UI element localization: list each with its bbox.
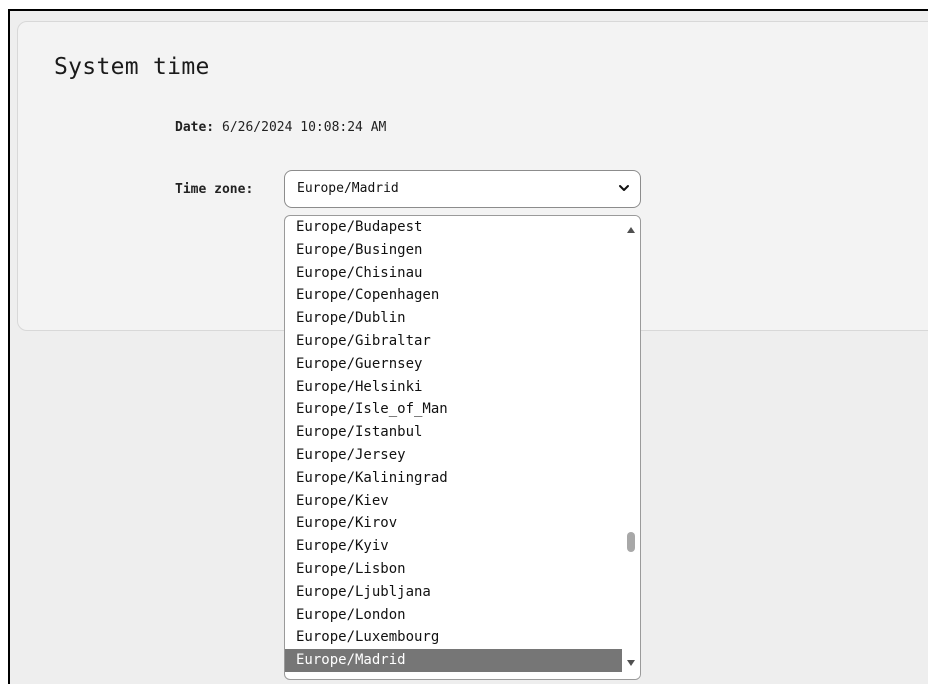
timezone-select[interactable]: Europe/Madrid — [284, 170, 641, 208]
timezone-option[interactable]: Europe/Luxembourg — [285, 626, 622, 649]
timezone-option[interactable]: Europe/Madrid — [285, 649, 622, 672]
chevron-down-icon — [619, 185, 629, 191]
timezone-option[interactable]: Europe/Isle_of_Man — [285, 398, 622, 421]
timezone-option[interactable]: Europe/Busingen — [285, 239, 622, 262]
timezone-option[interactable]: Europe/Guernsey — [285, 353, 622, 376]
timezone-option[interactable]: Europe/Chisinau — [285, 262, 622, 285]
scroll-up-arrow-icon[interactable] — [626, 225, 636, 235]
timezone-select-value: Europe/Madrid — [297, 181, 399, 196]
dropdown-scrollbar[interactable] — [622, 216, 640, 679]
timezone-option[interactable]: Europe/Helsinki — [285, 376, 622, 399]
timezone-option[interactable]: Europe/Ljubljana — [285, 581, 622, 604]
date-label: Date: — [175, 120, 215, 135]
timezone-option[interactable]: Europe/Kaliningrad — [285, 467, 622, 490]
timezone-options: Europe/Budapest Europe/Busingen Europe/Chi… — [285, 216, 622, 672]
page-title: System time — [54, 54, 210, 80]
timezone-option[interactable]: Europe/Budapest — [285, 216, 622, 239]
scrollbar-thumb[interactable] — [627, 532, 635, 552]
timezone-option[interactable]: Europe/London — [285, 604, 622, 627]
timezone-option[interactable]: Europe/Kyiv — [285, 535, 622, 558]
date-value: 6/26/2024 10:08:24 AM — [222, 120, 387, 135]
timezone-option[interactable]: Europe/Kiev — [285, 490, 622, 513]
timezone-option[interactable]: Europe/Istanbul — [285, 421, 622, 444]
timezone-dropdown-list[interactable]: Europe/Budapest Europe/Busingen Europe/Chi… — [284, 215, 641, 680]
scroll-down-arrow-icon[interactable] — [626, 658, 636, 668]
timezone-option[interactable]: Europe/Lisbon — [285, 558, 622, 581]
timezone-option[interactable]: Europe/Jersey — [285, 444, 622, 467]
timezone-option[interactable]: Europe/Gibraltar — [285, 330, 622, 353]
timezone-label: Time zone: — [175, 182, 254, 197]
timezone-option[interactable]: Europe/Dublin — [285, 307, 622, 330]
timezone-option[interactable]: Europe/Copenhagen — [285, 284, 622, 307]
timezone-option[interactable]: Europe/Kirov — [285, 512, 622, 535]
